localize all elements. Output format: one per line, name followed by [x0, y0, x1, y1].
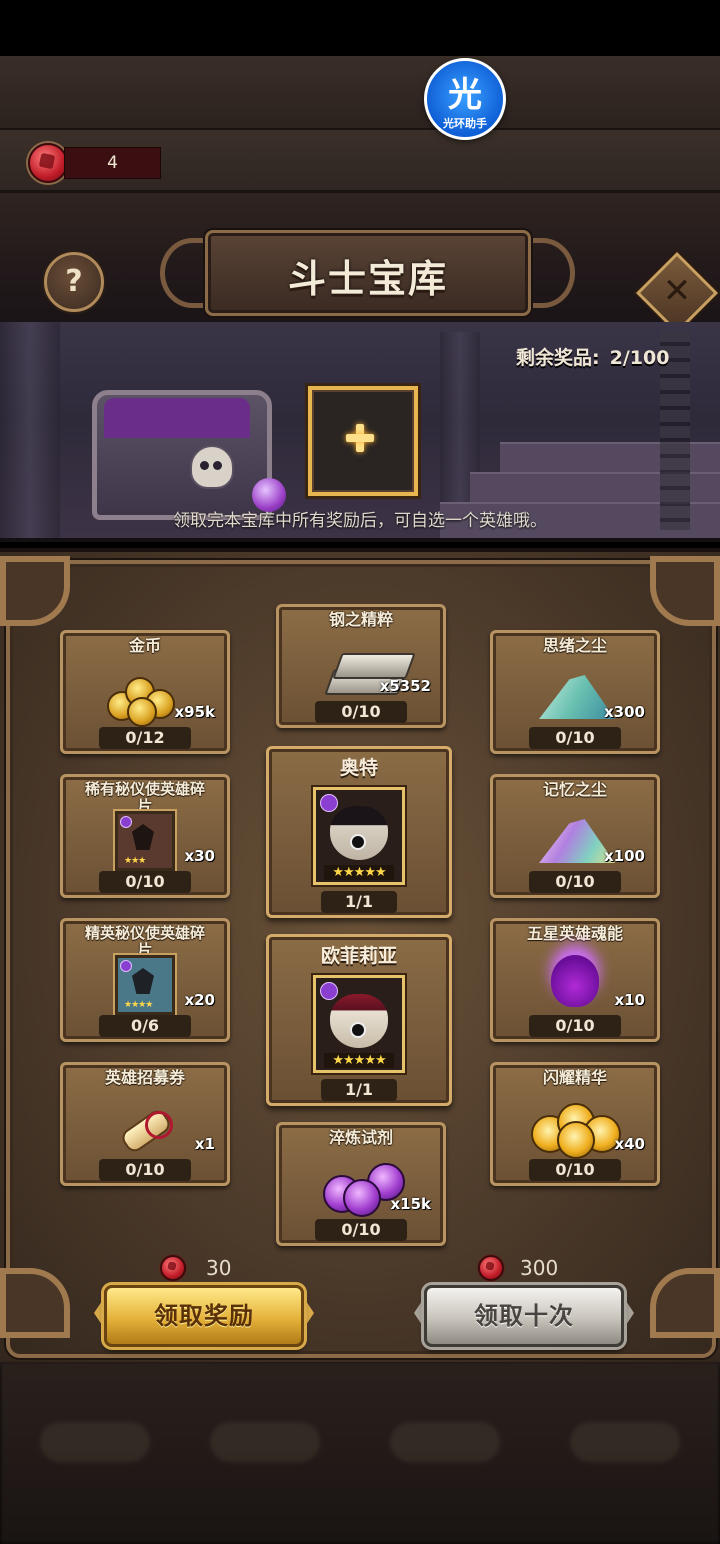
reward-count: 0/10 — [99, 871, 191, 893]
hero-count: 1/1 — [321, 1079, 397, 1101]
reward-card-recruit-ticket[interactable]: 英雄招募券 x1 0/10 — [60, 1062, 230, 1186]
arena-ticket-icon — [478, 1255, 504, 1281]
assistant-logo-icon: 光 — [448, 75, 482, 115]
reward-card-five-star-soul[interactable]: 五星英雄魂能 x10 0/10 — [490, 918, 660, 1042]
remaining-label: 剩余奖品: — [516, 347, 600, 369]
reward-quantity: x100 — [604, 847, 645, 865]
reward-count: 0/10 — [529, 1015, 621, 1037]
arena-ticket-icon — [28, 143, 68, 183]
reward-quantity: x15k — [390, 1195, 431, 1213]
reward-card-elite-shard[interactable]: 精英秘仪使英雄碎片 ★★★★ x20 0/6 — [60, 918, 230, 1042]
reward-count: 0/10 — [529, 871, 621, 893]
hero-name: 奥特 — [339, 757, 378, 779]
reward-quantity: x20 — [184, 991, 215, 1009]
status-band — [0, 56, 720, 130]
reward-count: 0/10 — [99, 1159, 191, 1181]
reward-card-memory-dust[interactable]: 记忆之尘 x100 0/10 — [490, 774, 660, 898]
reward-count: 0/12 — [99, 727, 191, 749]
hero-name: 欧菲莉亚 — [320, 945, 397, 967]
skull-icon — [190, 445, 234, 489]
reward-name: 五星英雄魂能 — [526, 924, 623, 943]
reward-name: 精英秘仪使英雄碎片 — [84, 924, 205, 959]
claim-ten-button[interactable]: 领取十次 — [424, 1285, 624, 1347]
reward-count: 0/10 — [315, 1219, 407, 1241]
reward-name: 记忆之尘 — [542, 780, 607, 799]
reward-name: 稀有秘仪使英雄碎片 — [84, 780, 205, 815]
assistant-label: 光环助手 — [443, 117, 487, 130]
claim-reward-button[interactable]: 领取奖励 — [104, 1285, 304, 1347]
shining-essence-icon — [531, 1103, 621, 1159]
hero-portrait: ★★★★★ — [313, 787, 405, 885]
top-bar — [0, 0, 720, 56]
reward-card-steel[interactable]: 钢之精粹 x5352 0/10 — [276, 604, 446, 728]
reward-card-rare-shard[interactable]: 稀有秘仪使英雄碎片 ★★★ x30 0/10 — [60, 774, 230, 898]
faction-icon — [320, 982, 338, 1000]
reward-card-shining-essence[interactable]: 闪耀精华 x40 0/10 — [490, 1062, 660, 1186]
reward-quantity: x10 — [614, 991, 645, 1009]
reward-quantity: x40 — [614, 1135, 645, 1153]
hero-portrait: ★★★★★ — [313, 975, 405, 1073]
reward-name: 金币 — [128, 636, 161, 655]
reward-card-gold[interactable]: 金币 x95k 0/12 — [60, 630, 230, 754]
chest-lid — [104, 398, 250, 438]
reward-name: 思绪之尘 — [542, 636, 607, 655]
vault-hint: 领取完本宝库中所有奖励后，可自选一个英雄哦。 — [173, 511, 547, 531]
reward-name: 英雄招募券 — [104, 1068, 185, 1087]
close-icon[interactable]: ✕ — [648, 262, 706, 320]
reward-count: 0/10 — [529, 1159, 621, 1181]
claim-cost: 30 — [206, 1256, 232, 1280]
scroll-icon — [115, 1105, 175, 1156]
reward-quantity: x5352 — [379, 677, 431, 695]
elite-hero-shard-icon: ★★★★ — [115, 955, 175, 1015]
reward-card-thought-dust[interactable]: 思绪之尘 x300 0/10 — [490, 630, 660, 754]
reward-name: 淬炼试剂 — [328, 1128, 393, 1147]
reward-card-tempering-potion[interactable]: 淬炼试剂 x15k 0/10 — [276, 1122, 446, 1246]
gold-coin-icon — [107, 673, 177, 727]
help-button[interactable]: ? — [44, 252, 104, 312]
shard-stars: ★★★ — [124, 856, 146, 866]
hero-count: 1/1 — [321, 891, 397, 913]
claim10-cost: 300 — [520, 1256, 559, 1280]
bottom-nav-blurred — [0, 1362, 720, 1544]
page-title: 斗士宝库 — [287, 257, 448, 301]
soul-flame-icon — [551, 955, 599, 1007]
remaining-value: 2/100 — [609, 347, 670, 369]
assistant-float-button[interactable]: 光 光环助手 — [424, 58, 506, 140]
reward-quantity: x1 — [194, 1135, 215, 1153]
remaining-rewards: 剩余奖品: 2/100 — [516, 343, 696, 370]
ticket-count: 4 — [64, 147, 161, 179]
reward-count: 0/6 — [99, 1015, 191, 1037]
reward-quantity: x300 — [604, 703, 645, 721]
shard-stars: ★★★★ — [124, 1000, 153, 1010]
hero-card-ophelia[interactable]: 欧菲莉亚 ★★★★★ 1/1 — [266, 934, 452, 1106]
hero-stars: ★★★★★ — [324, 1053, 394, 1068]
reward-name: 闪耀精华 — [542, 1068, 607, 1087]
arena-ticket-icon — [160, 1255, 186, 1281]
reward-name: 钢之精粹 — [328, 610, 393, 629]
reward-quantity: x30 — [184, 847, 215, 865]
reward-count: 0/10 — [529, 727, 621, 749]
faction-icon — [320, 794, 338, 812]
reward-quantity: x95k — [174, 703, 215, 721]
rare-hero-shard-icon: ★★★ — [115, 811, 175, 871]
hero-stars: ★★★★★ — [324, 865, 394, 880]
hero-card-ote[interactable]: 奥特 ★★★★★ 1/1 — [266, 746, 452, 918]
reward-count: 0/10 — [315, 701, 407, 723]
plus-icon[interactable] — [346, 424, 374, 452]
